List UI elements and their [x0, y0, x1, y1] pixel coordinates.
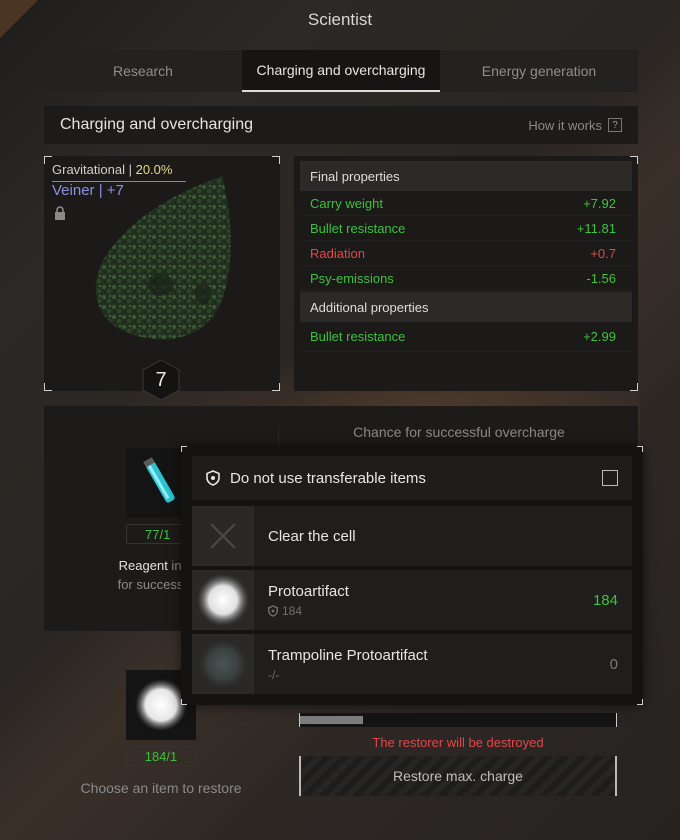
corner-bracket [272, 383, 280, 391]
corner-bracket [630, 383, 638, 391]
property-row: Bullet resistance +2.99 [300, 322, 632, 352]
how-it-works-label: How it works [528, 117, 602, 133]
artifact-name-separator: | [94, 182, 107, 199]
property-value: +11.81 [576, 220, 616, 236]
option-sub: -/- [268, 668, 610, 682]
corner-bracket [181, 699, 187, 705]
option-quantity: 184 [592, 591, 618, 609]
section-header: Charging and overcharging How it works ? [44, 106, 638, 144]
artifact-type-separator: | [124, 162, 136, 177]
artifact-type-label: Gravitational [52, 162, 125, 177]
artifact-type: Gravitational | 20.0% [52, 162, 172, 177]
artifact-panel[interactable]: Gravitational | 20.0% Veiner | +7 7 [44, 156, 280, 401]
charge-progress-bar [299, 713, 617, 727]
property-label: Psy-emissions [310, 270, 394, 286]
artifact-image [95, 176, 231, 340]
artifact-name: Veiner | +7 [52, 182, 124, 199]
transferable-filter-checkbox[interactable] [602, 470, 618, 486]
tab-research[interactable]: Research [44, 50, 242, 92]
transferable-filter-row: Do not use transferable items [192, 456, 632, 500]
lock-icon [55, 206, 65, 220]
level-value: 7 [155, 368, 167, 391]
transferable-filter-label: Do not use transferable items [230, 469, 426, 487]
chance-label: Chance for successful overcharge [353, 424, 565, 440]
window-title: Scientist [307, 10, 373, 29]
restore-max-charge-button[interactable]: Restore max. charge [299, 756, 617, 796]
item-select-popup: Do not use transferable items Clear the … [181, 446, 643, 705]
how-it-works-link[interactable]: How it works ? [528, 118, 622, 133]
close-icon [192, 506, 254, 566]
option-quantity: 0 [609, 655, 618, 673]
option-name: Trampoline Protoartifact [268, 646, 428, 664]
corner-bracket [44, 383, 52, 391]
trampoline-protoartifact-option[interactable]: Trampoline Protoartifact -/- 0 [192, 634, 632, 694]
section-title: Charging and overcharging [60, 116, 254, 133]
corner-bracket [44, 156, 52, 164]
additional-properties-header: Additional properties [300, 292, 632, 322]
property-row: Bullet resistance +11.81 [300, 216, 632, 241]
corner-bracket [630, 156, 638, 164]
level-badge: 7 [142, 359, 180, 401]
restore-count: 184/1 [126, 746, 196, 766]
restore-caption: Choose an item to restore [80, 780, 242, 796]
property-value: +2.99 [583, 329, 616, 344]
option-text: Clear the cell [254, 528, 632, 545]
property-label: Radiation [310, 245, 365, 261]
property-row: Carry weight +7.92 [300, 191, 632, 216]
corner-bracket [272, 156, 280, 164]
option-sub-value: -/- [268, 667, 280, 682]
tab-energy-generation[interactable]: Energy generation [440, 50, 638, 92]
option-sub: 184 [268, 604, 593, 618]
artifact-name-label: Veiner [52, 182, 95, 199]
tab-bar: Research Charging and overcharging Energ… [44, 50, 638, 92]
protoartifact-icon [192, 570, 254, 630]
property-value: +0.7 [590, 245, 616, 261]
property-value: -1.56 [586, 270, 616, 286]
property-row: Radiation +0.7 [300, 241, 632, 266]
clear-cell-option[interactable]: Clear the cell [192, 506, 632, 566]
final-properties-header: Final properties [300, 161, 632, 191]
artifact-percent: 20.0% [135, 162, 173, 177]
tab-charging[interactable]: Charging and overcharging [242, 50, 440, 92]
property-label: Carry weight [310, 195, 383, 211]
property-label: Bullet resistance [310, 329, 406, 344]
corner-bracket [637, 446, 643, 452]
trampoline-protoartifact-icon [192, 634, 254, 694]
restorer-warning: The restorer will be destroyed [372, 735, 544, 750]
property-row: Psy-emissions -1.56 [300, 266, 632, 291]
shield-icon [206, 470, 220, 486]
option-text: Trampoline Protoartifact -/- [254, 647, 610, 682]
corner-bracket [181, 446, 187, 452]
help-icon: ? [608, 118, 622, 132]
property-value: +7.92 [583, 195, 616, 211]
charge-progress-fill [300, 716, 364, 724]
corner-bracket [637, 699, 643, 705]
option-sub-value: 184 [282, 603, 303, 618]
option-text: Protoartifact 184 [254, 583, 593, 618]
property-label: Bullet resistance [310, 220, 406, 236]
reagent-word: Reagent [118, 558, 168, 573]
shield-icon [268, 604, 278, 617]
option-name: Clear the cell [268, 527, 356, 545]
protoartifact-option[interactable]: Protoartifact 184 184 [192, 570, 632, 630]
option-name: Protoartifact [268, 582, 349, 600]
artifact-upgrade: +7 [106, 182, 124, 199]
properties-panel: Final properties Carry weight +7.92 Bull… [294, 156, 638, 391]
